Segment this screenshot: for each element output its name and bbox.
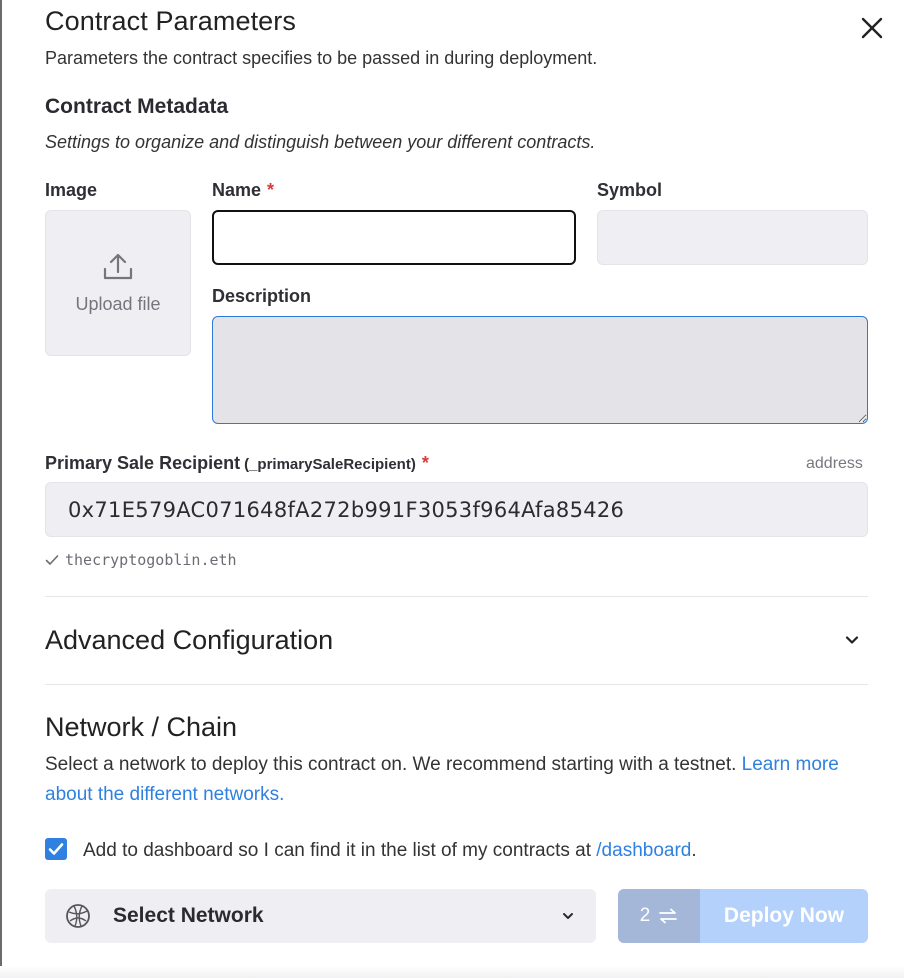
add-to-dashboard-label: Add to dashboard so I can find it in the… (83, 840, 697, 862)
symbol-label: Symbol (597, 180, 663, 200)
select-network-dropdown[interactable]: Select Network (45, 889, 596, 943)
add-to-dashboard-text: Add to dashboard so I can find it in the… (83, 840, 597, 861)
recipient-param-name: (_primarySaleRecipient) (244, 456, 416, 473)
close-button[interactable] (856, 12, 888, 44)
network-description: Select a network to deploy this contract… (45, 750, 865, 810)
transaction-count: 2 (639, 905, 651, 926)
modal-title: Contract Parameters (45, 6, 296, 36)
add-to-dashboard-suffix: . (691, 840, 697, 861)
required-marker: * (267, 180, 275, 200)
network-globe-icon (66, 904, 90, 928)
metadata-heading: Contract Metadata (45, 95, 229, 118)
image-label: Image (45, 180, 98, 200)
advanced-configuration-title: Advanced Configuration (45, 624, 334, 655)
recipient-label-text: Primary Sale Recipient (45, 453, 241, 473)
description-label: Description (212, 286, 312, 306)
deploy-button-group: 2 Deploy Now (618, 889, 868, 943)
ens-name: thecryptogoblin.eth (65, 551, 237, 569)
description-textarea[interactable] (212, 316, 868, 424)
recipient-label: Primary Sale Recipient (_primarySaleRecip… (45, 453, 429, 474)
bottom-edge-shade (0, 966, 904, 978)
window-left-edge (0, 0, 2, 978)
ens-resolution: thecryptogoblin.eth (45, 551, 237, 569)
symbol-input[interactable] (597, 210, 868, 265)
metadata-description: Settings to organize and distinguish bet… (45, 132, 596, 152)
modal-subtitle: Parameters the contract specifies to be … (45, 48, 598, 68)
deploy-now-button[interactable]: Deploy Now (700, 889, 868, 943)
swap-arrows-icon (659, 908, 678, 924)
recipient-address-input[interactable] (45, 482, 868, 537)
transaction-count-badge[interactable]: 2 (618, 889, 700, 943)
check-icon (48, 843, 64, 855)
check-icon (45, 555, 59, 565)
name-label: Name * (212, 180, 274, 201)
name-input[interactable] (212, 210, 576, 265)
upload-label: Upload file (75, 293, 161, 314)
network-description-text: Select a network to deploy this contract… (45, 754, 742, 775)
add-to-dashboard-checkbox[interactable] (45, 838, 67, 860)
network-title: Network / Chain (45, 712, 238, 742)
divider (45, 684, 868, 685)
upload-icon (103, 253, 133, 279)
dashboard-link[interactable]: /dashboard (596, 840, 691, 861)
name-label-text: Name (212, 180, 262, 200)
param-type-label: address (806, 455, 863, 472)
select-network-label: Select Network (113, 904, 264, 927)
chevron-down-icon (563, 913, 573, 919)
close-icon (861, 17, 883, 39)
advanced-configuration-toggle[interactable]: Advanced Configuration (45, 597, 868, 683)
chevron-down-icon (845, 636, 859, 644)
required-marker: * (421, 453, 429, 473)
image-upload-dropzone[interactable]: Upload file (45, 210, 191, 356)
